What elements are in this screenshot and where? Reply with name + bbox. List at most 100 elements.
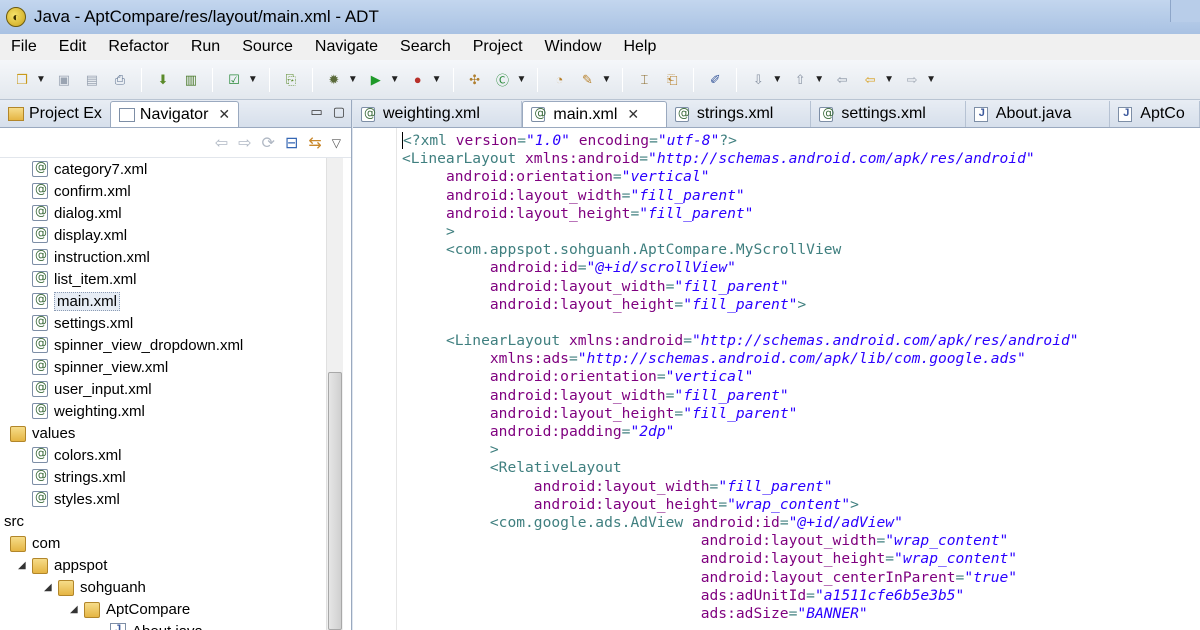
search-icon[interactable]: ✎ <box>576 69 598 91</box>
editor-tab[interactable]: strings.xml <box>667 101 812 127</box>
tree-item[interactable]: com <box>0 532 326 554</box>
tree-item[interactable]: display.xml <box>0 224 326 246</box>
editor-tab[interactable]: settings.xml <box>811 101 966 127</box>
forward-icon[interactable]: ⇨ <box>238 133 251 153</box>
tree-item[interactable]: weighting.xml <box>0 400 326 422</box>
tree-item[interactable]: list_item.xml <box>0 268 326 290</box>
print-icon[interactable]: ⎙ <box>109 69 131 91</box>
tree-item[interactable]: main.xml <box>0 290 326 312</box>
menu-source[interactable]: Source <box>231 38 304 56</box>
expand-arrow-icon[interactable]: ◢ <box>70 604 80 615</box>
tree-item[interactable]: values <box>0 422 326 444</box>
tab-navigator[interactable]: Navigator ✕ <box>109 101 240 127</box>
toggle-mark-occurrences-icon[interactable]: ⌶ <box>633 69 655 91</box>
editor-tab[interactable]: main.xml ✕ <box>522 101 667 127</box>
new-java-class-icon[interactable]: Ⓒ <box>492 69 514 91</box>
menu-window[interactable]: Window <box>534 38 613 56</box>
new-dropdown-icon[interactable]: ▼ <box>36 74 46 85</box>
menu-navigate[interactable]: Navigate <box>304 38 389 56</box>
tree-item[interactable]: dialog.xml <box>0 202 326 224</box>
close-icon[interactable]: ✕ <box>627 106 639 123</box>
tree-item[interactable]: confirm.xml <box>0 180 326 202</box>
next-annotation-icon[interactable]: ⇩ <box>747 69 769 91</box>
back-dropdown-icon[interactable]: ▼ <box>884 74 894 85</box>
menu-edit[interactable]: Edit <box>48 38 98 56</box>
menu-file[interactable]: File <box>0 38 48 56</box>
code-token: "http://schemas.android.com/apk/lib/com.… <box>577 350 1026 368</box>
next-annotation-dropdown-icon[interactable]: ▼ <box>772 74 782 85</box>
code-token: "2dp" <box>630 423 675 440</box>
link-with-editor-icon[interactable]: ⇆ <box>308 133 321 153</box>
expand-arrow-icon[interactable]: ◢ <box>44 582 54 593</box>
back-icon[interactable]: ⇦ <box>859 69 881 91</box>
tree-item[interactable]: ◢ sohguanh <box>0 576 326 598</box>
view-tabs: Project Ex Navigator ✕ ▭ ▢ <box>0 100 351 128</box>
pin-editor-icon[interactable]: ✐ <box>704 69 726 91</box>
collapse-all-icon[interactable]: ⊟ <box>285 133 298 153</box>
code-line: android:layout_height="fill_parent"> <box>402 296 1079 314</box>
toggle-block-selection-icon[interactable]: ⎗ <box>661 69 683 91</box>
tree-item[interactable]: src <box>0 510 326 532</box>
code-token: android:layout_height <box>489 404 675 422</box>
minimize-icon[interactable]: ▭ <box>310 104 322 120</box>
tree-item[interactable]: spinner_view.xml <box>0 356 326 378</box>
previous-annotation-dropdown-icon[interactable]: ▼ <box>814 74 824 85</box>
up-icon[interactable]: ⟳ <box>262 133 275 153</box>
menu-run[interactable]: Run <box>180 38 231 56</box>
menu-search[interactable]: Search <box>389 38 462 56</box>
menu-refactor[interactable]: Refactor <box>97 38 179 56</box>
forward-icon[interactable]: ⇨ <box>901 69 923 91</box>
android-avd-manager-icon[interactable]: ▥ <box>180 69 202 91</box>
save-icon[interactable]: ▣ <box>53 69 75 91</box>
window-title: Java - AptCompare/res/layout/main.xml - … <box>34 7 379 26</box>
run-icon[interactable]: ▶ <box>365 69 387 91</box>
open-type-icon[interactable]: ◔ <box>548 69 570 91</box>
run-dropdown-icon[interactable]: ▼ <box>390 74 400 85</box>
new-icon[interactable]: ❒ <box>11 69 33 91</box>
tree-item[interactable]: instruction.xml <box>0 246 326 268</box>
tree-item-label: dialog.xml <box>54 204 122 222</box>
forward-dropdown-icon[interactable]: ▼ <box>926 74 936 85</box>
navigator-scrollbar[interactable] <box>326 158 343 630</box>
editor-tab[interactable]: About.java <box>966 101 1111 127</box>
last-edit-location-icon[interactable]: ⇦ <box>831 69 853 91</box>
back-icon[interactable]: ⇦ <box>215 133 228 153</box>
android-sdk-manager-icon[interactable]: ⬇ <box>152 69 174 91</box>
tree-item[interactable]: styles.xml <box>0 488 326 510</box>
tree-item[interactable]: spinner_view_dropdown.xml <box>0 334 326 356</box>
tree-item[interactable]: category7.xml <box>0 158 326 180</box>
debug-dropdown-icon[interactable]: ▼ <box>348 74 358 85</box>
window-close-button[interactable] <box>1170 0 1200 22</box>
tree-item[interactable]: About.java <box>0 620 326 630</box>
view-menu-icon[interactable]: ▽ <box>332 136 341 150</box>
code-token: = <box>885 550 895 568</box>
code-line: <RelativeLayout <box>402 459 1079 477</box>
external-tools-icon[interactable]: ● <box>407 69 429 91</box>
new-class-dropdown-icon[interactable]: ▼ <box>517 74 527 85</box>
tree-item[interactable]: strings.xml <box>0 466 326 488</box>
tree-item[interactable]: ◢ AptCompare <box>0 598 326 620</box>
maximize-icon[interactable]: ▢ <box>333 104 345 120</box>
previous-annotation-icon[interactable]: ⇧ <box>789 69 811 91</box>
new-java-package-icon[interactable]: ✣ <box>464 69 486 91</box>
tree-item[interactable]: ◢ appspot <box>0 554 326 576</box>
menu-help[interactable]: Help <box>612 38 667 56</box>
tree-item[interactable]: colors.xml <box>0 444 326 466</box>
external-tools-dropdown-icon[interactable]: ▼ <box>432 74 442 85</box>
xml-source-editor[interactable]: <?xml version="1.0" encoding="utf-8"?> <L… <box>353 128 1200 630</box>
expand-arrow-icon[interactable]: ◢ <box>18 560 28 571</box>
new-android-xml-icon[interactable]: ⎘ <box>280 69 302 91</box>
editor-tab[interactable]: weighting.xml <box>353 101 523 127</box>
menu-project[interactable]: Project <box>462 38 534 56</box>
tab-project-explorer[interactable]: Project Ex <box>0 101 110 127</box>
lint-dropdown-icon[interactable]: ▼ <box>248 74 258 85</box>
search-dropdown-icon[interactable]: ▼ <box>601 74 611 85</box>
close-icon[interactable]: ✕ <box>218 106 230 123</box>
tree-item[interactable]: user_input.xml <box>0 378 326 400</box>
save-all-icon[interactable]: ▤ <box>81 69 103 91</box>
lint-check-icon[interactable]: ☑ <box>223 69 245 91</box>
tree-item[interactable]: settings.xml <box>0 312 326 334</box>
editor-tab[interactable]: AptCo <box>1110 101 1200 127</box>
debug-icon[interactable]: ✹ <box>323 69 345 91</box>
scrollbar-thumb[interactable] <box>328 372 342 630</box>
